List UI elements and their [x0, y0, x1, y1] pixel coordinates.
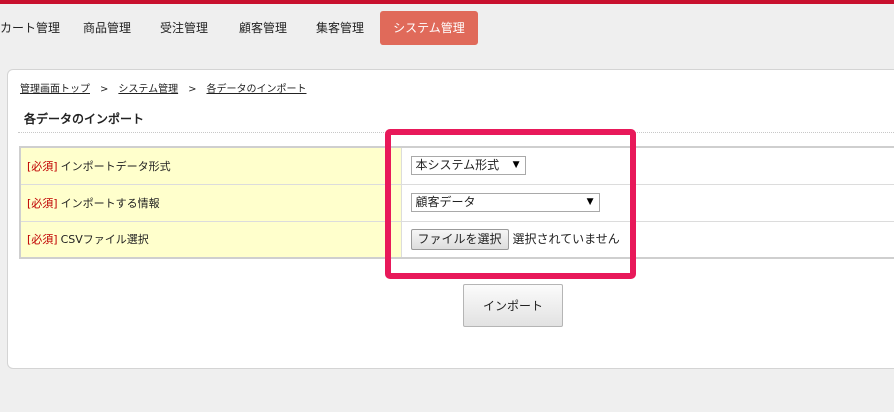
breadcrumb-link-top[interactable]: 管理画面トップ — [20, 84, 90, 95]
breadcrumb-link-system[interactable]: システム管理 — [118, 84, 178, 95]
required-tag: [必須] — [27, 159, 58, 173]
nav-item-products[interactable]: 商品管理 — [83, 11, 131, 45]
breadcrumb: 管理画面トップ > システム管理 > 各データのインポート — [20, 80, 306, 95]
required-tag: [必須] — [27, 196, 58, 210]
form-row-data-type: [必須] インポートする情報 顧客データ ▼ — [20, 184, 894, 222]
form-label-data-type: インポートする情報 — [60, 196, 160, 210]
content-panel: 管理画面トップ > システム管理 > 各データのインポート 各データのインポート [必須… — [7, 69, 894, 369]
triangle-down-icon: ▼ — [512, 160, 520, 171]
breadcrumb-separator: > — [100, 84, 109, 95]
form-row-format: [必須] インポートデータ形式 本システム形式 ▼ — [20, 147, 894, 185]
form-label-cell: [必須] インポートする情報 — [20, 184, 402, 222]
page-title: 各データのインポート — [24, 112, 145, 126]
nav-item-system[interactable]: システム管理 — [380, 11, 478, 45]
title-divider — [18, 132, 894, 133]
format-select[interactable]: 本システム形式 ▼ — [410, 156, 526, 176]
form-label-cell: [必須] インポートデータ形式 — [20, 147, 402, 185]
required-tag: [必須] — [27, 233, 58, 247]
form-label-csv-file: CSVファイル選択 — [60, 233, 149, 247]
import-form-table: [必須] インポートデータ形式 本システム形式 ▼ [必須] インポートする情報 顧… — [19, 146, 894, 259]
breadcrumb-separator: > — [188, 84, 197, 95]
nav-item-customers[interactable]: 顧客管理 — [239, 11, 287, 45]
main-nav: カート管理 商品管理 受注管理 顧客管理 集客管理 システム管理 — [0, 4, 894, 54]
form-value-cell: 本システム形式 ▼ — [401, 147, 894, 185]
triangle-down-icon: ▼ — [586, 197, 594, 207]
format-select-value: 本システム形式 — [415, 158, 500, 173]
nav-item-marketing[interactable]: 集客管理 — [316, 11, 364, 45]
file-status-text: 選択されていません — [512, 231, 620, 246]
form-value-cell: ファイルを選択 選択されていません — [401, 221, 894, 258]
nav-item-cart[interactable]: カート管理 — [0, 11, 60, 45]
form-label-cell: [必須] CSVファイル選択 — [20, 221, 402, 258]
import-button[interactable]: インポート — [463, 284, 563, 327]
nav-item-orders[interactable]: 受注管理 — [160, 11, 208, 45]
data-type-select-value: 顧客データ — [415, 195, 476, 209]
form-label-format: インポートデータ形式 — [60, 159, 171, 173]
form-row-csv-file: [必須] CSVファイル選択 ファイルを選択 選択されていません — [20, 221, 894, 258]
form-value-cell: 顧客データ ▼ — [401, 184, 894, 222]
breadcrumb-link-import[interactable]: 各データのインポート — [206, 84, 306, 95]
choose-file-button[interactable]: ファイルを選択 — [410, 228, 509, 250]
data-type-select[interactable]: 顧客データ ▼ — [410, 193, 600, 212]
